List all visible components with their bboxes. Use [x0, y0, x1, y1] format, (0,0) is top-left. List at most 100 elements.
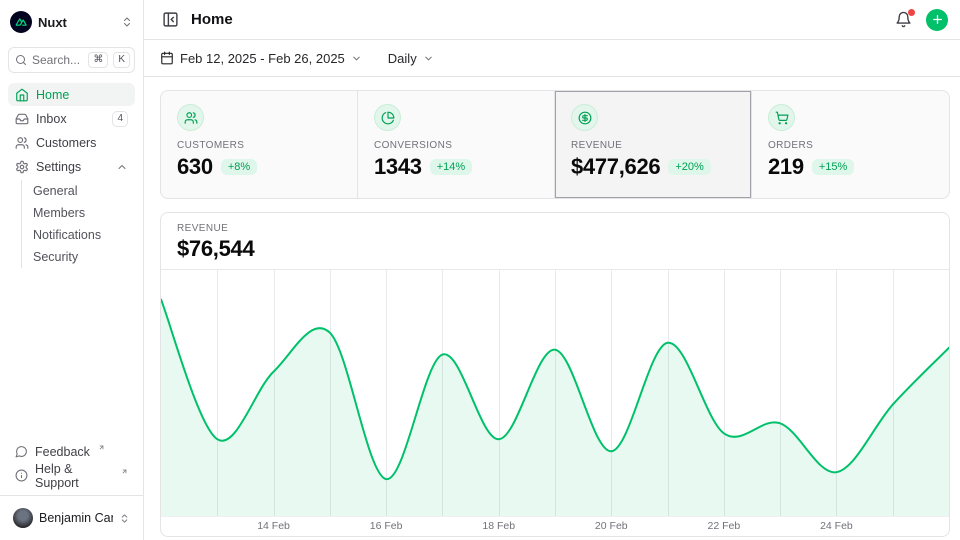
circle-dollar-icon	[571, 104, 598, 131]
app-window: Nuxt Search... ⌘ K Home	[0, 0, 960, 540]
stat-value: 1343	[374, 154, 422, 180]
plus-icon	[931, 13, 944, 26]
collapse-sidebar-button[interactable]	[160, 9, 181, 30]
x-axis-tick: 22 Feb	[707, 520, 740, 532]
x-axis-tick: 24 Feb	[820, 520, 853, 532]
sidebar-item-members[interactable]: Members	[33, 202, 135, 224]
stat-card-revenue[interactable]: REVENUE $477,626 +20%	[555, 91, 752, 198]
users-icon	[177, 104, 204, 131]
sidebar-item-label: Inbox	[36, 112, 67, 126]
date-range-value: Feb 12, 2025 - Feb 26, 2025	[180, 51, 345, 66]
stat-label: CUSTOMERS	[177, 140, 341, 151]
chart-plot-area	[161, 270, 949, 517]
workspace-name: Nuxt	[38, 15, 115, 30]
message-circle-icon	[15, 445, 28, 458]
sidebar: Nuxt Search... ⌘ K Home	[0, 0, 144, 540]
date-range-picker[interactable]: Feb 12, 2025 - Feb 26, 2025	[160, 51, 362, 66]
inbox-icon	[15, 112, 29, 126]
chart-metric-label: REVENUE	[177, 223, 933, 234]
k-kbd: K	[113, 52, 130, 68]
sidebar-spacer	[8, 268, 135, 440]
sidebar-footer-links: Feedback Help & Support	[8, 440, 135, 487]
revenue-chart-card: REVENUE $76,544 14 Feb 16 Feb 18 Feb 20 Feb…	[160, 212, 950, 537]
home-icon	[15, 88, 29, 102]
stat-value: 219	[768, 154, 804, 180]
feedback-label: Feedback	[35, 445, 90, 459]
stat-delta-badge: +15%	[812, 159, 854, 175]
page-header: Home	[144, 0, 960, 40]
x-axis-tick: 16 Feb	[370, 520, 403, 532]
sidebar-item-label: Home	[36, 88, 69, 102]
sidebar-item-customers[interactable]: Customers	[8, 131, 135, 154]
revenue-area	[161, 300, 949, 517]
x-axis-tick: 14 Feb	[257, 520, 290, 532]
main-area: Home Feb 12, 2	[144, 0, 960, 540]
notification-dot	[908, 9, 915, 16]
page-title: Home	[191, 11, 233, 28]
search-placeholder: Search...	[32, 53, 83, 67]
chart-pie-icon	[374, 104, 401, 131]
dashboard-content: CUSTOMERS 630 +8% CONVERSIONS 1343 +14%	[144, 77, 960, 540]
stat-label: ORDERS	[768, 140, 933, 151]
stat-card-customers[interactable]: CUSTOMERS 630 +8%	[161, 91, 358, 198]
revenue-chart-svg	[161, 270, 949, 516]
stat-value: $477,626	[571, 154, 660, 180]
chart-metric-value: $76,544	[177, 236, 933, 262]
settings-submenu: General Members Notifications Security	[21, 180, 135, 268]
user-menu[interactable]: Benjamin Canac	[8, 504, 135, 532]
panel-left-close-icon	[162, 11, 179, 28]
header-actions	[893, 9, 948, 31]
nuxt-logo-icon	[10, 11, 32, 33]
sidebar-item-general[interactable]: General	[33, 180, 135, 202]
users-icon	[15, 136, 29, 150]
chevron-down-icon	[351, 53, 362, 64]
feedback-link[interactable]: Feedback	[8, 440, 135, 463]
chevrons-up-down-icon	[121, 16, 133, 28]
chevron-down-icon	[423, 53, 434, 64]
cart-icon	[768, 104, 795, 131]
sidebar-nav: Home Inbox 4 Customers Settings	[8, 83, 135, 268]
info-icon	[15, 469, 28, 482]
sidebar-item-inbox[interactable]: Inbox 4	[8, 107, 135, 130]
gear-icon	[15, 160, 29, 174]
search-icon	[15, 54, 27, 66]
sidebar-item-notifications[interactable]: Notifications	[33, 224, 135, 246]
stat-card-conversions[interactable]: CONVERSIONS 1343 +14%	[358, 91, 555, 198]
inbox-count-badge: 4	[112, 111, 128, 127]
x-axis-tick: 20 Feb	[595, 520, 628, 532]
chevrons-up-down-icon	[119, 513, 130, 524]
sidebar-item-security[interactable]: Security	[33, 246, 135, 268]
sidebar-item-label: Customers	[36, 136, 96, 150]
notifications-button[interactable]	[893, 9, 914, 30]
granularity-select[interactable]: Daily	[388, 51, 434, 66]
help-support-link[interactable]: Help & Support	[8, 464, 135, 487]
stat-value: 630	[177, 154, 213, 180]
sidebar-item-settings[interactable]: Settings	[8, 155, 135, 178]
sidebar-item-label: Settings	[36, 160, 81, 174]
stats-row: CUSTOMERS 630 +8% CONVERSIONS 1343 +14%	[160, 90, 950, 199]
sidebar-divider	[0, 495, 143, 496]
chart-header: REVENUE $76,544	[161, 213, 949, 270]
workspace-switcher[interactable]: Nuxt	[8, 10, 135, 34]
filters-toolbar: Feb 12, 2025 - Feb 26, 2025 Daily	[144, 40, 960, 77]
stat-delta-badge: +20%	[668, 159, 710, 175]
add-button[interactable]	[926, 9, 948, 31]
stat-label: REVENUE	[571, 140, 735, 151]
external-link-icon	[121, 468, 128, 475]
chevron-up-icon	[116, 161, 128, 173]
sidebar-item-home[interactable]: Home	[8, 83, 135, 106]
stat-card-orders[interactable]: ORDERS 219 +15%	[752, 91, 949, 198]
user-name: Benjamin Canac	[39, 511, 113, 525]
avatar	[13, 508, 33, 528]
command-kbd: ⌘	[88, 52, 108, 68]
external-link-icon	[98, 444, 105, 451]
x-axis: 14 Feb 16 Feb 18 Feb 20 Feb 22 Feb 24 Feb	[161, 517, 949, 536]
calendar-icon	[160, 51, 174, 65]
stat-label: CONVERSIONS	[374, 140, 538, 151]
x-axis-tick: 18 Feb	[482, 520, 515, 532]
help-support-label: Help & Support	[35, 462, 113, 490]
search-input[interactable]: Search... ⌘ K	[8, 47, 135, 73]
stat-delta-badge: +8%	[221, 159, 257, 175]
stat-delta-badge: +14%	[430, 159, 472, 175]
granularity-value: Daily	[388, 51, 417, 66]
